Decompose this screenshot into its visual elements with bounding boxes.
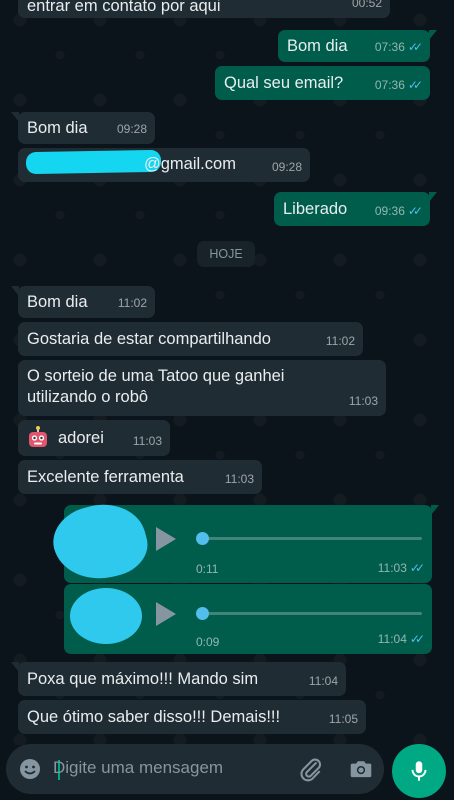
message-time: 11:03 [348, 394, 378, 408]
play-icon[interactable] [156, 527, 176, 551]
read-receipt-icon: ✓✓ [407, 40, 423, 54]
redaction-scribble [25, 149, 162, 175]
message-incoming[interactable]: O sorteio de uma Tatoo que ganhei utiliz… [18, 360, 386, 416]
camera-icon[interactable] [348, 756, 374, 782]
message-meta: 11:03 ✓✓ [377, 558, 425, 579]
message-time: 09:36 [374, 204, 405, 218]
avatar-redaction [70, 588, 142, 644]
read-receipt-icon: ✓✓ [407, 78, 423, 92]
mic-icon [411, 761, 427, 781]
message-incoming[interactable]: entrar em contato por aqui 00:52 [18, 0, 390, 18]
message-text: Qual seu email? [224, 74, 344, 92]
audio-progress-track[interactable] [204, 612, 422, 615]
message-text: Que ótimo saber disso!!! Demais!!! [27, 708, 281, 726]
message-meta: 11:04 ✓✓ [377, 629, 425, 650]
message-time: 11:02 [325, 334, 355, 348]
avatar-redaction [45, 494, 155, 590]
read-receipt-icon: ✓✓ [407, 204, 423, 218]
message-text: Bom dia [27, 293, 88, 311]
message-outgoing[interactable]: Liberado 09:36 ✓✓ [274, 192, 437, 226]
play-icon[interactable] [156, 602, 176, 626]
message-text: O sorteio de uma Tatoo que ganhei utiliz… [27, 367, 285, 406]
message-composer[interactable]: Digite uma mensagem [6, 744, 384, 794]
message-text: @gmail.com [144, 155, 236, 173]
message-text: Poxa que máximo!!! Mando sim [27, 670, 259, 688]
mic-button[interactable] [392, 744, 446, 798]
day-divider: HOJE [197, 241, 255, 267]
audio-progress-track[interactable] [204, 537, 422, 540]
message-meta: 11:02 [326, 331, 355, 352]
message-time: 11:02 [117, 296, 147, 310]
message-meta: 09:28 [272, 157, 302, 178]
message-input[interactable]: Digite uma mensagem [53, 758, 223, 778]
message-text: Gostaria de estar compartilhando [27, 330, 271, 348]
audio-duration: 0:11 [196, 562, 219, 576]
message-incoming[interactable]: Bom dia 09:28 [11, 112, 155, 144]
message-incoming[interactable]: @gmail.com 09:28 [18, 148, 310, 182]
message-time: 11:05 [328, 712, 358, 726]
message-time: 11:03 [377, 561, 407, 575]
message-time: 09:28 [116, 122, 147, 136]
message-incoming[interactable]: Gostaria de estar compartilhando 11:02 [18, 322, 363, 356]
message-meta: 11:02 [118, 293, 147, 314]
message-time: 09:28 [271, 160, 302, 174]
robot-emoji-icon [29, 426, 47, 447]
message-text: Bom dia [27, 119, 88, 137]
message-meta: 11:03 [349, 391, 378, 412]
read-receipt-icon: ✓✓ [409, 561, 425, 575]
message-meta: 07:36 ✓✓ [374, 75, 423, 96]
message-time: 11:03 [132, 434, 162, 448]
read-receipt-icon: ✓✓ [409, 632, 425, 646]
message-incoming[interactable]: Que ótimo saber disso!!! Demais!!! 11:05 [18, 700, 366, 734]
message-incoming[interactable]: Excelente ferramenta 11:03 [18, 460, 262, 494]
message-meta: 11:04 [309, 671, 338, 692]
attach-icon[interactable] [298, 756, 324, 782]
message-outgoing[interactable]: Qual seu email? 07:36 ✓✓ [215, 66, 430, 100]
message-time: 11:04 [308, 674, 338, 688]
audio-progress-knob[interactable] [196, 607, 209, 620]
message-text: Excelente ferramenta [27, 468, 184, 486]
audio-duration: 0:09 [196, 635, 220, 649]
audio-progress-knob[interactable] [196, 532, 209, 545]
message-meta: 00:52 [352, 0, 382, 14]
message-meta: 11:03 [225, 469, 254, 490]
voice-message[interactable]: 0:11 11:03 ✓✓ [45, 494, 439, 590]
message-text: Bom dia [287, 37, 348, 55]
message-text: Liberado [283, 200, 348, 218]
message-text: entrar em contato por aqui [27, 0, 221, 15]
message-time: 11:03 [224, 472, 254, 486]
message-meta: 09:28 [117, 119, 147, 140]
message-incoming[interactable]: Bom dia 11:02 [11, 286, 155, 318]
message-text: adorei [58, 429, 104, 447]
message-meta: 11:05 [329, 709, 358, 730]
message-meta: 11:03 [133, 431, 162, 452]
message-meta: 07:36 ✓✓ [374, 37, 423, 58]
message-time: 07:36 [374, 78, 405, 92]
message-incoming[interactable]: adorei 11:03 [18, 420, 170, 456]
message-outgoing[interactable]: Bom dia 07:36 ✓✓ [278, 30, 437, 62]
chat-area[interactable]: entrar em contato por aqui 00:52 Bom dia… [0, 0, 454, 745]
emoji-icon[interactable] [18, 757, 42, 781]
message-incoming[interactable]: Poxa que máximo!!! Mando sim 11:04 [11, 662, 346, 696]
message-time: 00:52 [351, 0, 382, 10]
message-time: 07:36 [374, 40, 405, 54]
voice-message[interactable]: 0:09 11:04 ✓✓ [64, 584, 432, 654]
message-time: 11:04 [377, 632, 407, 646]
message-meta: 09:36 ✓✓ [374, 201, 423, 222]
